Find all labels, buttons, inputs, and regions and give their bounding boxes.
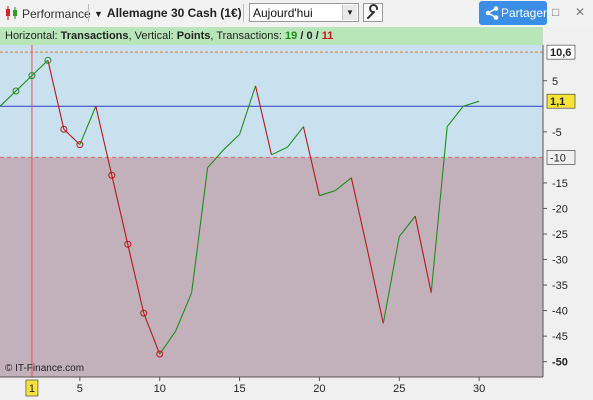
settings-button[interactable] xyxy=(363,3,383,22)
copyright-text: © IT-Finance.com xyxy=(5,363,85,374)
chart-canvas[interactable]: 5 -5 -15 -20 -25 -30 -35 -40 -45 -50 5 10 15 20 25 30 10… xyxy=(0,27,593,400)
info-vertical-value: Points xyxy=(176,30,211,42)
x-tick-label: 20 xyxy=(313,383,325,395)
cursor-x-label: 1 xyxy=(29,383,35,395)
winning-count: 19 xyxy=(285,30,298,42)
drawdown-label: -10 xyxy=(550,152,566,164)
candlestick-chart-icon xyxy=(6,6,17,20)
y-tick-label: 5 xyxy=(552,76,558,88)
y-tick-label: -25 xyxy=(552,229,568,241)
info-separator: / xyxy=(312,30,322,42)
y-axis-panel xyxy=(543,27,593,400)
y-tick-label: -30 xyxy=(552,255,568,267)
info-horizontal-value: Transactions xyxy=(60,30,129,42)
instrument-selector[interactable]: ▼ Allemagne 30 Cash (1€) xyxy=(94,6,242,20)
caret-down-icon: ▼ xyxy=(94,9,103,19)
y-tick-label: -45 xyxy=(552,331,568,343)
y-tick-label: -35 xyxy=(552,280,568,292)
share-label: Partager xyxy=(501,6,548,20)
losing-count: 11 xyxy=(321,30,334,42)
share-icon xyxy=(485,6,499,20)
x-tick-label: 15 xyxy=(233,383,245,395)
y-tick-label: -15 xyxy=(552,178,568,190)
x-tick-label: 25 xyxy=(393,383,405,395)
y-tick-label: -40 xyxy=(552,306,568,318)
chevron-down-icon[interactable]: ▼ xyxy=(342,5,357,20)
share-button[interactable]: Partager xyxy=(479,1,547,25)
restore-icon[interactable]: □ xyxy=(552,5,559,19)
app-label: Performance xyxy=(22,7,91,21)
close-icon[interactable]: ✕ xyxy=(575,5,585,19)
info-prefix-vertical: , Vertical: xyxy=(128,30,177,42)
last-value-label: 1,1 xyxy=(550,96,565,108)
x-tick-label: 5 xyxy=(77,383,83,395)
info-bar: Horizontal: Transactions, Vertical: Poin… xyxy=(0,27,543,45)
info-prefix-horizontal: Horizontal: xyxy=(5,30,61,42)
toolbar-divider xyxy=(243,4,244,22)
toolbar: Performance ▼ Allemagne 30 Cash (1€) Aujo… xyxy=(0,0,593,28)
x-tick-label: 10 xyxy=(154,383,166,395)
info-text: Horizontal: Transactions, Vertical: Poin… xyxy=(5,30,333,42)
x-tick-label: 30 xyxy=(473,383,485,395)
info-prefix-transactions: , Transactions: xyxy=(210,30,286,42)
negative-zone xyxy=(0,157,543,377)
y-tick-label: -50 xyxy=(552,357,568,369)
max-level-label: 10,6 xyxy=(550,47,571,59)
instrument-name: Allemagne 30 Cash (1€) xyxy=(106,6,242,20)
period-value: Aujourd'hui xyxy=(253,6,313,20)
toolbar-divider xyxy=(88,4,89,22)
y-tick-label: -20 xyxy=(552,203,568,215)
y-tick-label: -5 xyxy=(552,127,562,139)
period-select[interactable]: Aujourd'hui ▼ xyxy=(249,3,359,22)
performance-chart[interactable]: Horizontal: Transactions, Vertical: Poin… xyxy=(0,27,593,400)
wrench-icon xyxy=(367,4,378,19)
